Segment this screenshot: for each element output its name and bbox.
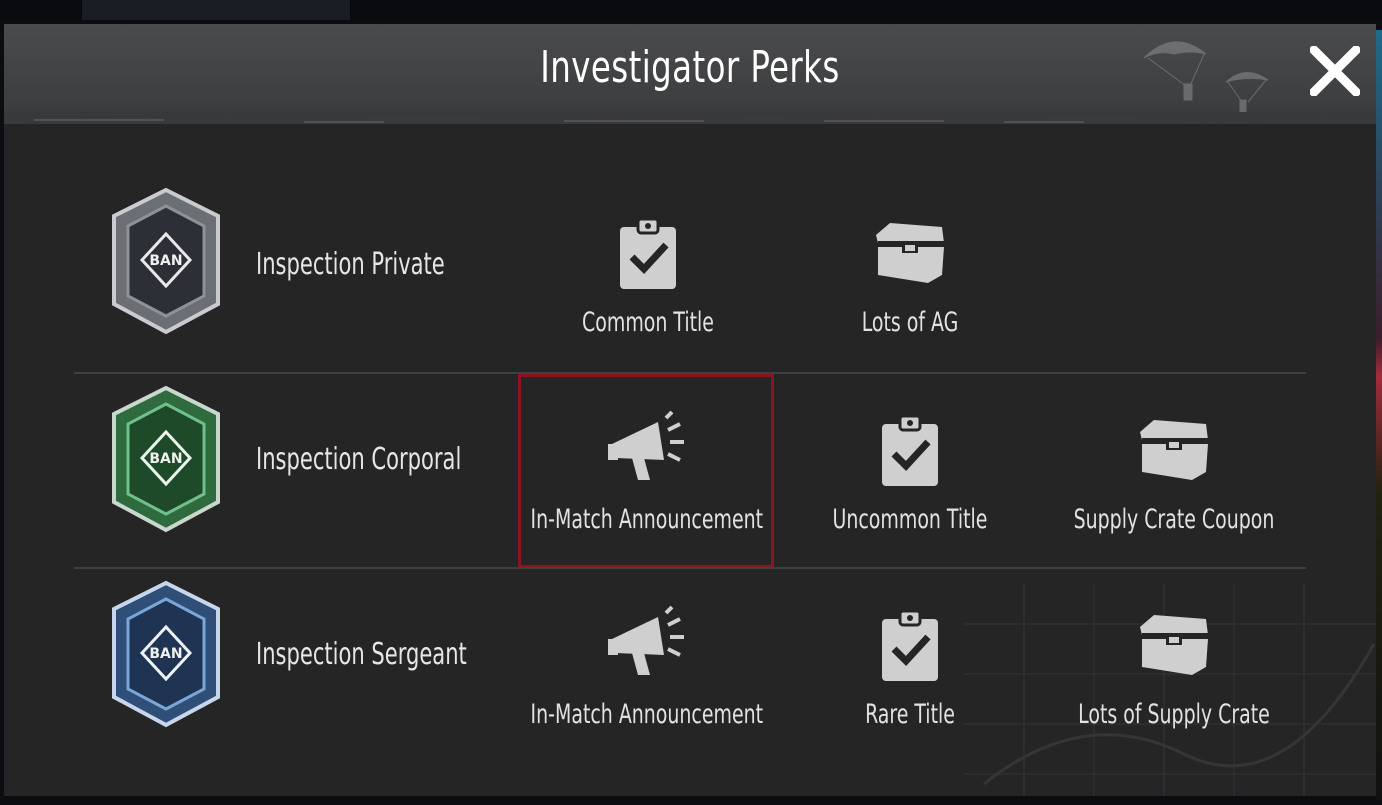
chest-icon (1140, 420, 1208, 480)
rank-row-private: BAN Inspection Private Common Title Lots… (4, 169, 1376, 364)
rank-name-sergeant: Inspection Sergeant (256, 637, 467, 672)
perk-supply-crate-coupon[interactable]: Supply Crate Coupon (1046, 374, 1302, 568)
badge-ban-text: BAN (149, 646, 182, 662)
background-tab (82, 0, 350, 20)
perk-label: In-Match Announcement (530, 699, 764, 730)
perk-uncommon-title[interactable]: Uncommon Title (782, 374, 1038, 568)
chest-icon (1140, 615, 1208, 675)
perk-label: Lots of Supply Crate (1078, 699, 1270, 730)
badge-ban-text: BAN (149, 451, 182, 467)
clipboard-check-icon (882, 414, 938, 486)
perk-lots-of-ag[interactable]: Lots of AG (782, 177, 1038, 371)
background-edge (1376, 30, 1382, 800)
perk-label: Common Title (582, 307, 714, 338)
rank-badge-private: BAN (112, 187, 220, 335)
perk-label: Uncommon Title (832, 504, 988, 535)
perks-dialog: Investigator Perks BAN Inspection Privat… (4, 24, 1376, 796)
clipboard-check-icon (882, 609, 938, 681)
close-x-icon[interactable] (1310, 46, 1360, 96)
perk-label: Supply Crate Coupon (1073, 504, 1275, 535)
rank-row-corporal: BAN Inspection Corporal In-Match Announc… (4, 374, 1376, 569)
perk-label: Rare Title (865, 699, 955, 730)
perk-in-match-announcement[interactable]: In-Match Announcement (518, 374, 774, 568)
megaphone-icon (608, 605, 684, 675)
badge-ban-text: BAN (149, 253, 182, 269)
chest-icon (876, 223, 944, 283)
clipboard-check-icon (620, 217, 676, 289)
perk-lots-of-supply-crate[interactable]: Lots of Supply Crate (1046, 569, 1302, 763)
torn-edge-decoration (4, 112, 1376, 123)
perk-label: Lots of AG (861, 307, 959, 338)
top-strip (0, 0, 1382, 22)
rank-badge-sergeant: BAN (112, 580, 220, 728)
dialog-title: Investigator Perks (540, 42, 840, 93)
perk-rare-title[interactable]: Rare Title (782, 569, 1038, 763)
megaphone-icon (608, 410, 684, 480)
rank-name-corporal: Inspection Corporal (256, 442, 462, 477)
perk-in-match-announcement[interactable]: In-Match Announcement (518, 569, 774, 763)
perk-common-title[interactable]: Common Title (520, 177, 776, 371)
rank-name-private: Inspection Private (256, 247, 445, 282)
rank-row-sergeant: BAN Inspection Sergeant In-Match Announc… (4, 569, 1376, 764)
dialog-header: Investigator Perks (4, 24, 1376, 124)
rank-badge-corporal: BAN (112, 385, 220, 533)
perk-label: In-Match Announcement (530, 504, 764, 535)
